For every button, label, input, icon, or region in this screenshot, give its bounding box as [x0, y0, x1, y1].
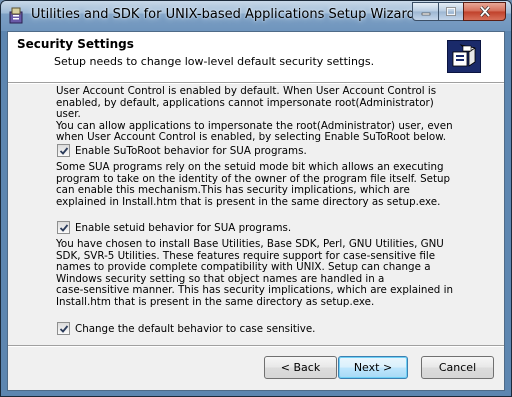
- suto-root-label: Enable SuToRoot behavior for SUA program…: [75, 144, 307, 157]
- close-button[interactable]: [463, 2, 506, 21]
- footer-divider: [8, 345, 504, 347]
- page-subtitle: Setup needs to change low-level default …: [54, 55, 375, 68]
- checkmark-icon: [59, 223, 68, 232]
- suto-root-description: Some SUA programs rely on the setuid mod…: [56, 161, 451, 208]
- wizard-client-area: Security Settings Setup needs to change …: [7, 31, 505, 391]
- setuid-option[interactable]: Enable setuid behavior for SUA programs.: [57, 221, 291, 234]
- wizard-header: Security Settings Setup needs to change …: [8, 32, 504, 82]
- page-title: Security Settings: [17, 37, 134, 51]
- intro-text: User Account Control is enabled by defau…: [56, 85, 453, 143]
- setuid-description: You have chosen to install Base Utilitie…: [56, 238, 453, 308]
- case-sensitive-option[interactable]: Change the default behavior to case sens…: [57, 322, 315, 335]
- setuid-label: Enable setuid behavior for SUA programs.: [75, 221, 292, 234]
- close-icon: [479, 6, 490, 17]
- installer-app-icon: [9, 7, 23, 24]
- maximize-icon: [446, 7, 456, 16]
- cancel-button[interactable]: Cancel: [421, 356, 494, 379]
- maximize-button[interactable]: [438, 2, 464, 21]
- title-bar[interactable]: Utilities and SDK for UNIX-based Applica…: [1, 1, 511, 31]
- minimize-icon: [421, 12, 430, 15]
- header-divider: [8, 82, 504, 84]
- minimize-button[interactable]: [412, 2, 439, 21]
- checkmark-icon: [59, 146, 68, 155]
- next-button[interactable]: Next >: [338, 356, 408, 379]
- checkmark-icon: [59, 324, 68, 333]
- setuid-checkbox[interactable]: [57, 221, 70, 234]
- case-sensitive-checkbox[interactable]: [57, 322, 70, 335]
- case-sensitive-label: Change the default behavior to case sens…: [75, 322, 316, 335]
- suto-root-option[interactable]: Enable SuToRoot behavior for SUA program…: [57, 144, 307, 157]
- suto-root-checkbox[interactable]: [57, 144, 70, 157]
- security-settings-icon: [447, 40, 481, 73]
- back-button[interactable]: < Back: [264, 356, 337, 379]
- window-title: Utilities and SDK for UNIX-based Applica…: [31, 7, 415, 22]
- setup-wizard-window: Utilities and SDK for UNIX-based Applica…: [0, 0, 512, 397]
